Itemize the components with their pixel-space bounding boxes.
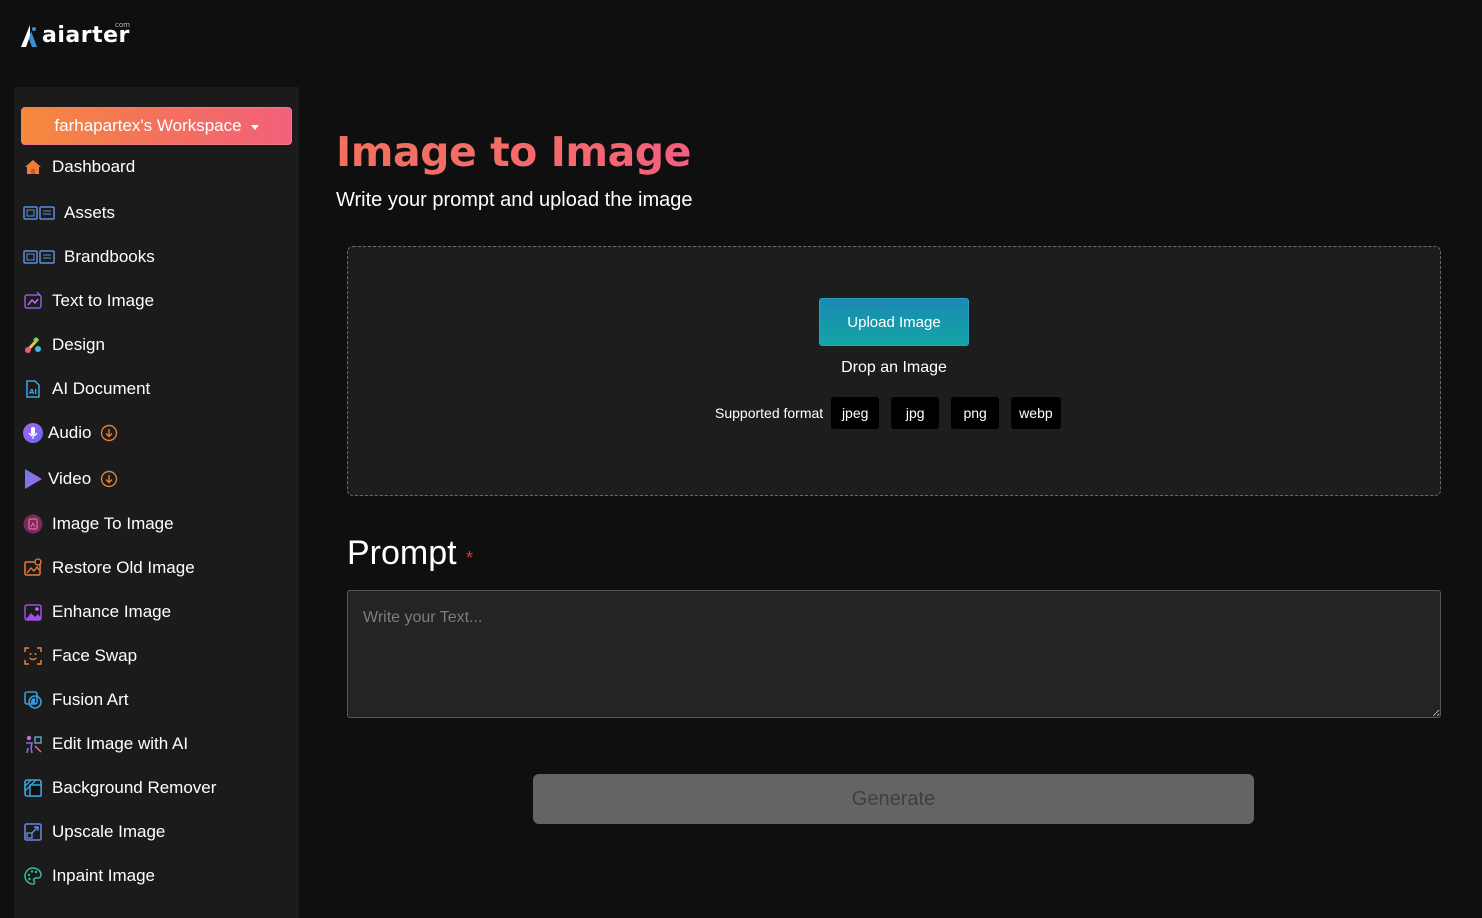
sidebar-item-video[interactable]: Video <box>22 464 118 494</box>
image-dropzone[interactable]: Upload Image Drop an Image Supported for… <box>347 246 1441 496</box>
sidebar: farhapartex's Workspace Dashboard Assets… <box>14 87 299 918</box>
sidebar-item-design[interactable]: Design <box>22 330 105 360</box>
upscale-icon <box>22 821 44 843</box>
sidebar-item-label: Image To Image <box>52 514 174 533</box>
format-chip-jpeg: jpeg <box>831 396 880 429</box>
sidebar-item-label: Upscale Image <box>52 822 166 841</box>
svg-text:AI: AI <box>29 388 37 396</box>
sidebar-item-inpaint-image[interactable]: Inpaint Image <box>22 861 155 891</box>
sidebar-item-label: Background Remover <box>52 778 217 797</box>
required-asterisk: * <box>466 548 474 568</box>
brand-suffix: com <box>115 21 130 29</box>
brand-logo[interactable]: aiarter com <box>20 21 130 48</box>
page-subtitle: Write your prompt and upload the image <box>336 189 693 211</box>
upload-image-button[interactable]: Upload Image <box>819 298 969 346</box>
download-circle-icon <box>100 470 118 488</box>
page: aiarter com farhapartex's Workspace Dash… <box>0 0 1482 918</box>
sidebar-item-face-swap[interactable]: Face Swap <box>22 641 137 671</box>
sidebar-item-label: Edit Image with AI <box>52 734 189 753</box>
drop-image-text: Drop an Image <box>841 359 947 376</box>
prompt-label: Prompt <box>347 534 457 572</box>
supported-formats: Supported format jpeg jpg png webp <box>715 396 1073 429</box>
sidebar-item-label: Dashboard <box>52 157 136 176</box>
generate-button[interactable]: Generate <box>533 774 1254 824</box>
sidebar-item-label: Inpaint Image <box>52 866 156 885</box>
face-swap-icon <box>22 645 44 667</box>
restore-image-icon <box>22 557 44 579</box>
sidebar-item-label: AI Document <box>52 379 151 398</box>
page-title: Image to Image <box>336 128 691 176</box>
logo-mark-icon <box>20 24 40 48</box>
sidebar-item-label: Assets <box>64 203 116 222</box>
sidebar-item-fusion-art[interactable]: Fusion Art <box>22 685 129 715</box>
sidebar-item-image-to-image[interactable]: Image To Image <box>22 509 174 539</box>
prompt-textarea[interactable] <box>347 590 1441 718</box>
caret-down-icon <box>250 124 259 130</box>
download-circle-icon <box>100 424 118 442</box>
workspace-dropdown-button[interactable]: farhapartex's Workspace <box>21 107 292 145</box>
format-chip-jpg: jpg <box>891 396 940 429</box>
sidebar-item-background-remover[interactable]: Background Remover <box>22 773 216 803</box>
sidebar-item-edit-image-with-ai[interactable]: Edit Image with AI <box>22 729 188 759</box>
sidebar-item-restore-old-image[interactable]: Restore Old Image <box>22 553 195 583</box>
sidebar-item-upscale-image[interactable]: Upscale Image <box>22 817 165 847</box>
sidebar-item-label: Brandbooks <box>64 247 155 266</box>
format-chip-png: png <box>951 396 1000 429</box>
home-icon <box>22 156 44 178</box>
enhance-image-icon <box>22 601 44 623</box>
sidebar-item-assets[interactable]: Assets <box>22 198 115 228</box>
fusion-art-icon <box>22 689 44 711</box>
sidebar-item-enhance-image[interactable]: Enhance Image <box>22 597 171 627</box>
sidebar-item-label: Text to Image <box>52 291 155 310</box>
sidebar-item-label: Restore Old Image <box>52 558 195 577</box>
sidebar-item-ai-document[interactable]: AI AI Document <box>22 374 150 404</box>
brandbooks-icon <box>22 246 56 268</box>
sidebar-item-dashboard[interactable]: Dashboard <box>22 152 135 182</box>
sidebar-item-text-to-image[interactable]: Text to Image <box>22 286 154 316</box>
sidebar-item-brandbooks[interactable]: Brandbooks <box>22 242 155 272</box>
sidebar-item-label: Video <box>48 469 92 488</box>
text-to-image-icon <box>22 290 44 312</box>
palette-icon <box>22 865 44 887</box>
assets-icon <box>22 202 56 224</box>
background-remover-icon <box>22 777 44 799</box>
workspace-label: farhapartex's Workspace <box>54 116 242 135</box>
format-chip-webp: webp <box>1011 396 1061 429</box>
sidebar-item-label: Face Swap <box>52 646 138 665</box>
design-icon <box>22 334 44 356</box>
ai-document-icon: AI <box>22 378 44 400</box>
sidebar-item-label: Enhance Image <box>52 602 172 621</box>
sidebar-item-label: Design <box>52 335 105 354</box>
sidebar-item-audio[interactable]: Audio <box>22 418 118 448</box>
sidebar-item-label: Audio <box>48 423 92 442</box>
microphone-icon <box>22 422 44 444</box>
edit-image-icon <box>22 733 44 755</box>
image-to-image-icon <box>22 513 44 535</box>
supported-format-label: Supported format <box>715 404 824 421</box>
sidebar-item-label: Fusion Art <box>52 690 129 709</box>
play-icon <box>22 468 44 490</box>
